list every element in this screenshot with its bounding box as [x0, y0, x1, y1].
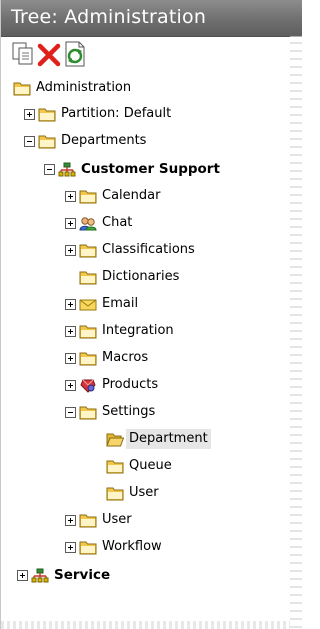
- folder-icon: [106, 486, 124, 501]
- folder-icon: [79, 351, 97, 366]
- tree-node-label: Calendar: [102, 188, 161, 203]
- tree-node-label: Dictionaries: [102, 269, 180, 284]
- copy-icon[interactable]: [11, 41, 35, 67]
- tree-node-department[interactable]: Department: [106, 429, 211, 449]
- chat-icon: [79, 216, 97, 231]
- tree-panel: Tree: Administration Administration Part…: [0, 0, 302, 629]
- collapse-icon[interactable]: [24, 135, 35, 147]
- tree-node-settings-user[interactable]: User: [106, 483, 159, 503]
- tree-node-macros[interactable]: Macros: [65, 348, 148, 368]
- folder-icon: [79, 513, 97, 528]
- folder-icon: [38, 134, 56, 149]
- expand-icon[interactable]: [65, 379, 76, 391]
- tree-node-workflow[interactable]: Workflow: [65, 537, 162, 557]
- department-icon: [31, 568, 49, 583]
- title-bar: Tree: Administration: [1, 0, 302, 37]
- tree-node-label: Integration: [102, 323, 174, 338]
- tree-node-customer-support[interactable]: Customer Support: [44, 159, 220, 179]
- tree-node-label: Service: [54, 567, 111, 583]
- expand-icon[interactable]: [65, 541, 76, 553]
- tree-node-settings[interactable]: Settings: [65, 402, 155, 422]
- tree-node-administration[interactable]: Administration: [13, 78, 131, 98]
- tree-node-label: User: [129, 485, 159, 500]
- delete-icon[interactable]: [37, 41, 61, 67]
- expand-icon[interactable]: [65, 298, 76, 310]
- expand-icon[interactable]: [65, 190, 76, 202]
- tree-node-chat[interactable]: Chat: [65, 213, 132, 233]
- tree-node-service[interactable]: Service: [17, 565, 110, 585]
- tree-node-dictionaries[interactable]: Dictionaries: [79, 267, 179, 287]
- panel-title: Tree: Administration: [11, 6, 207, 28]
- tree-node-label: Chat: [102, 215, 133, 230]
- panel-edge: [290, 36, 302, 629]
- tree-node-label: Settings: [102, 404, 156, 419]
- department-icon: [58, 162, 76, 177]
- tree-node-calendar[interactable]: Calendar: [65, 186, 160, 206]
- email-icon: [79, 297, 97, 312]
- tree-node-products[interactable]: Products: [65, 375, 158, 395]
- tree-node-label: Department: [126, 429, 211, 449]
- expand-icon[interactable]: [24, 108, 35, 120]
- products-icon: [79, 378, 97, 393]
- folder-icon: [79, 324, 97, 339]
- tree-node-label: Email: [102, 296, 139, 311]
- folder-icon: [79, 540, 97, 555]
- expand-icon[interactable]: [65, 244, 76, 256]
- expand-icon[interactable]: [17, 569, 28, 581]
- tree-node-label: User: [102, 512, 132, 527]
- tree-node-label: Classifications: [102, 242, 195, 257]
- tree-node-label: Macros: [102, 350, 149, 365]
- tree-node-label: Administration: [36, 80, 132, 95]
- folder-icon: [38, 107, 56, 122]
- folder-icon: [13, 81, 31, 96]
- folder-icon: [106, 459, 124, 474]
- tree-node-user[interactable]: User: [65, 510, 132, 530]
- collapse-icon[interactable]: [44, 163, 55, 175]
- expand-icon[interactable]: [65, 217, 76, 229]
- tree-node-queue[interactable]: Queue: [106, 456, 172, 476]
- collapse-icon[interactable]: [65, 406, 76, 418]
- expand-icon[interactable]: [65, 514, 76, 526]
- tree-node-label: Workflow: [102, 539, 162, 554]
- tree-node-label: Departments: [61, 133, 147, 148]
- tree-node-label: Products: [102, 377, 159, 392]
- toolbar: [1, 38, 302, 72]
- status-strip: [1, 621, 290, 629]
- folder-icon: [79, 243, 97, 258]
- expand-icon[interactable]: [65, 325, 76, 337]
- folder-icon: [79, 405, 97, 420]
- tree-node-email[interactable]: Email: [65, 294, 138, 314]
- folder-icon: [79, 189, 97, 204]
- tree-node-label: Partition: Default: [61, 106, 172, 121]
- tree-node-classifications[interactable]: Classifications: [65, 240, 195, 260]
- open-folder-icon: [106, 432, 124, 447]
- refresh-icon[interactable]: [63, 41, 87, 67]
- expand-icon[interactable]: [65, 352, 76, 364]
- tree-node-departments[interactable]: Departments: [24, 131, 146, 151]
- tree-node-partition[interactable]: Partition: Default: [24, 104, 171, 124]
- tree-node-label: Queue: [129, 458, 172, 473]
- tree-node-label: Customer Support: [81, 161, 220, 177]
- folder-icon: [79, 270, 97, 285]
- tree-node-integration[interactable]: Integration: [65, 321, 174, 341]
